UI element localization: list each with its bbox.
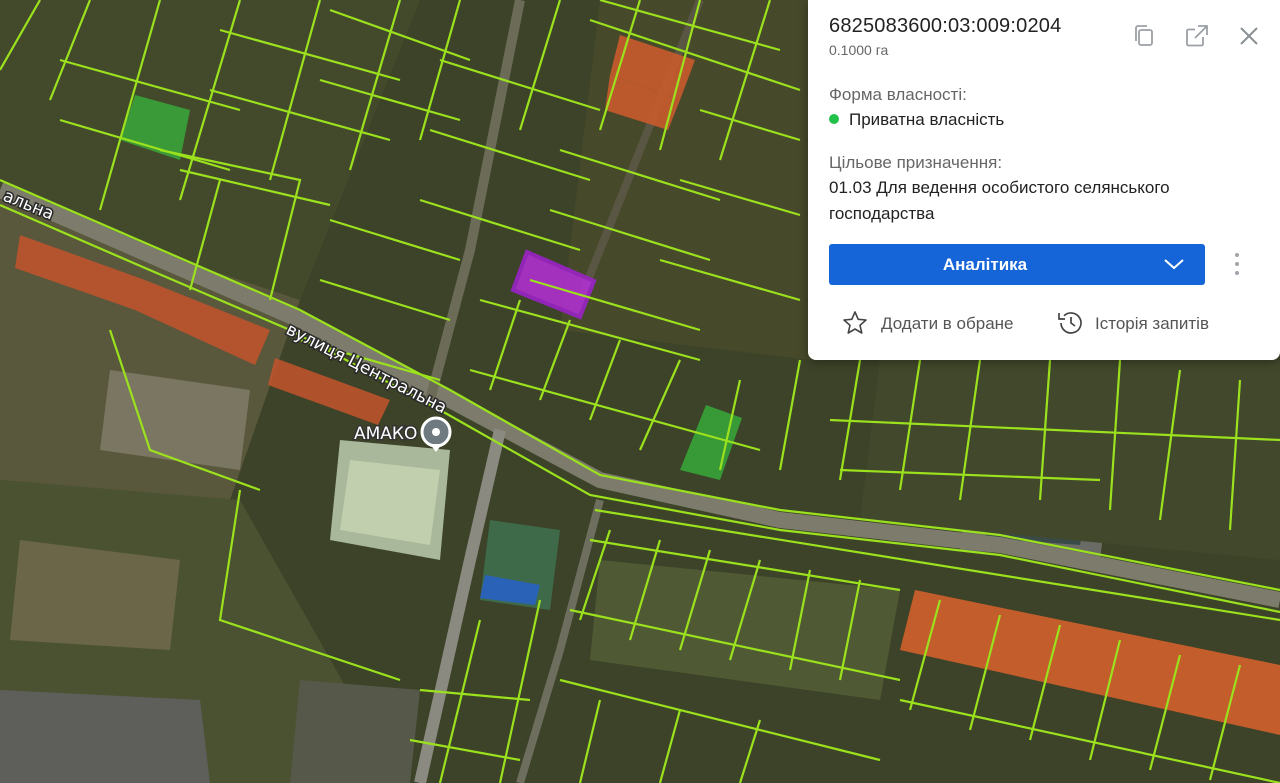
open-external-icon[interactable] [1183, 22, 1211, 50]
copy-icon[interactable] [1130, 22, 1158, 50]
cadastral-number: 6825083600:03:009:0204 [829, 15, 1062, 37]
ownership-value: Приватна власність [829, 107, 1249, 133]
ownership-label: Форма власності: [829, 85, 967, 104]
poi-label: АМАКО [354, 424, 417, 444]
chevron-down-icon[interactable] [1163, 256, 1185, 272]
add-to-favorites-button[interactable]: Додати в обране [841, 309, 1031, 337]
close-icon[interactable] [1235, 22, 1263, 50]
history-icon [1058, 312, 1082, 334]
star-icon [843, 311, 867, 334]
add-to-favorites-label: Додати в обране [881, 314, 1014, 333]
request-history-label: Історія запитів [1095, 314, 1209, 333]
ownership-status-dot [829, 114, 839, 124]
request-history-button[interactable]: Історія запитів [1055, 309, 1255, 337]
analytics-button[interactable]: Аналітика [829, 244, 1205, 285]
purpose-label: Цільове призначення: [829, 153, 1003, 172]
more-vertical-icon[interactable] [1229, 250, 1245, 278]
purpose-value: 01.03 Для ведення особистого селянського… [829, 178, 1170, 223]
parcel-info-panel: 6825083600:03:009:0204 0.1000 га Форма в… [808, 0, 1280, 360]
parcel-area: 0.1000 га [829, 42, 889, 58]
analytics-button-label: Аналітика [942, 255, 1028, 274]
ownership-value-text: Приватна власність [849, 110, 1005, 129]
